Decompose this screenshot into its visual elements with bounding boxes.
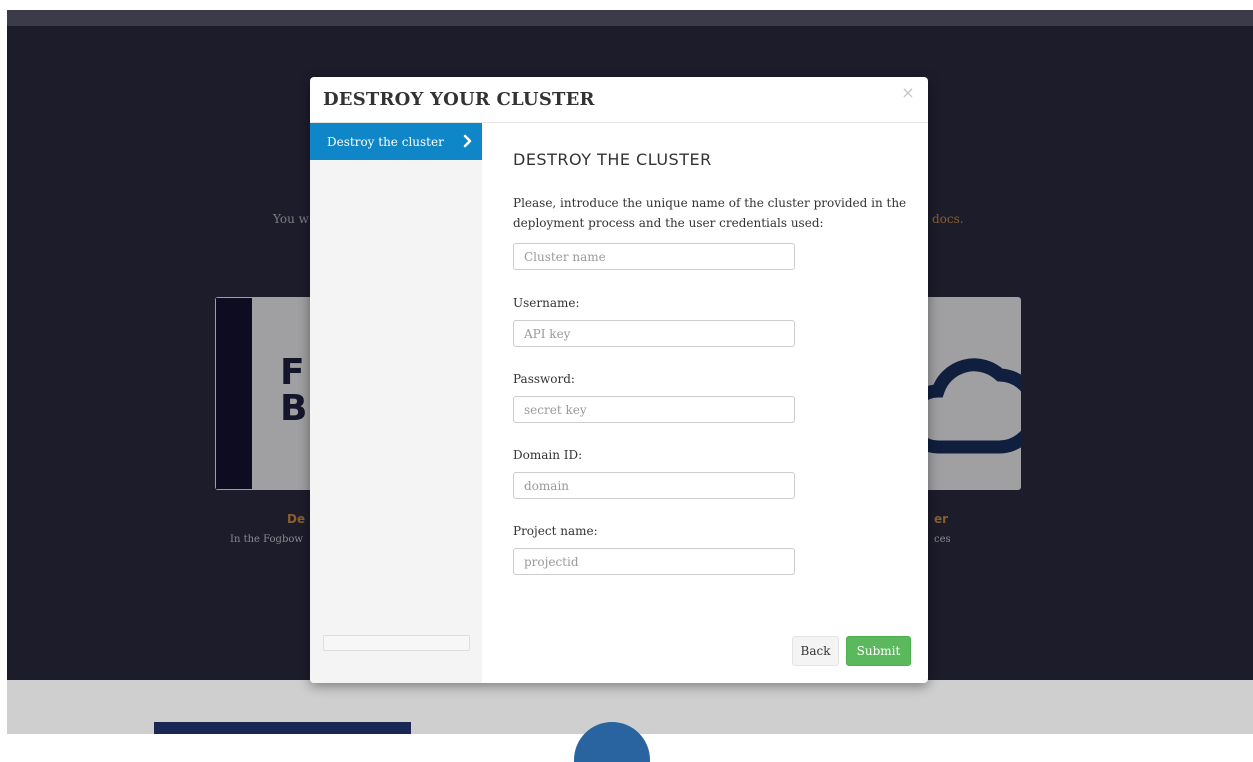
project-name-label: Project name:: [513, 524, 598, 538]
domain-id-label: Domain ID:: [513, 448, 583, 462]
password-input[interactable]: [513, 396, 795, 423]
chevron-right-icon: [463, 134, 472, 148]
modal-header: DESTROY YOUR CLUSTER ×: [310, 77, 928, 123]
destroy-cluster-modal: DESTROY YOUR CLUSTER × Destroy the clust…: [310, 77, 928, 683]
cluster-name-input[interactable]: [513, 243, 795, 270]
close-icon[interactable]: ×: [900, 85, 916, 101]
modal-title: DESTROY YOUR CLUSTER: [323, 89, 595, 110]
sidebar-step-destroy-cluster[interactable]: Destroy the cluster: [310, 123, 482, 160]
project-name-input[interactable]: [513, 548, 795, 575]
top-strip: [0, 0, 1253, 10]
partner-logo: [154, 722, 411, 734]
fogbow-logo: F B: [280, 352, 308, 429]
cloud-card-caption: er: [934, 512, 949, 526]
back-button[interactable]: Back: [792, 636, 839, 666]
username-input[interactable]: [513, 320, 795, 347]
cloud-card-description: ces: [934, 534, 951, 545]
wizard-progress-bar: [323, 635, 470, 651]
submit-button[interactable]: Submit: [846, 636, 911, 666]
hero-subtitle: You w: [273, 212, 309, 226]
section-title: DESTROY THE CLUSTER: [513, 150, 712, 169]
wizard-sidebar: Destroy the cluster: [310, 123, 482, 683]
username-label: Username:: [513, 296, 580, 310]
domain-id-input[interactable]: [513, 472, 795, 499]
instructions-text: Please, introduce the unique name of the…: [513, 196, 907, 230]
navbar: [7, 10, 1253, 26]
password-label: Password:: [513, 372, 575, 386]
fogbow-card-caption: De: [287, 512, 306, 526]
fogbow-card-stripe: [216, 298, 252, 489]
cloud-card[interactable]: [920, 297, 1021, 490]
docs-link[interactable]: docs.: [932, 212, 964, 226]
cloud-icon: [920, 358, 1021, 454]
sidebar-step-label: Destroy the cluster: [327, 135, 444, 149]
fogbow-card-description: In the Fogbow: [230, 534, 303, 545]
